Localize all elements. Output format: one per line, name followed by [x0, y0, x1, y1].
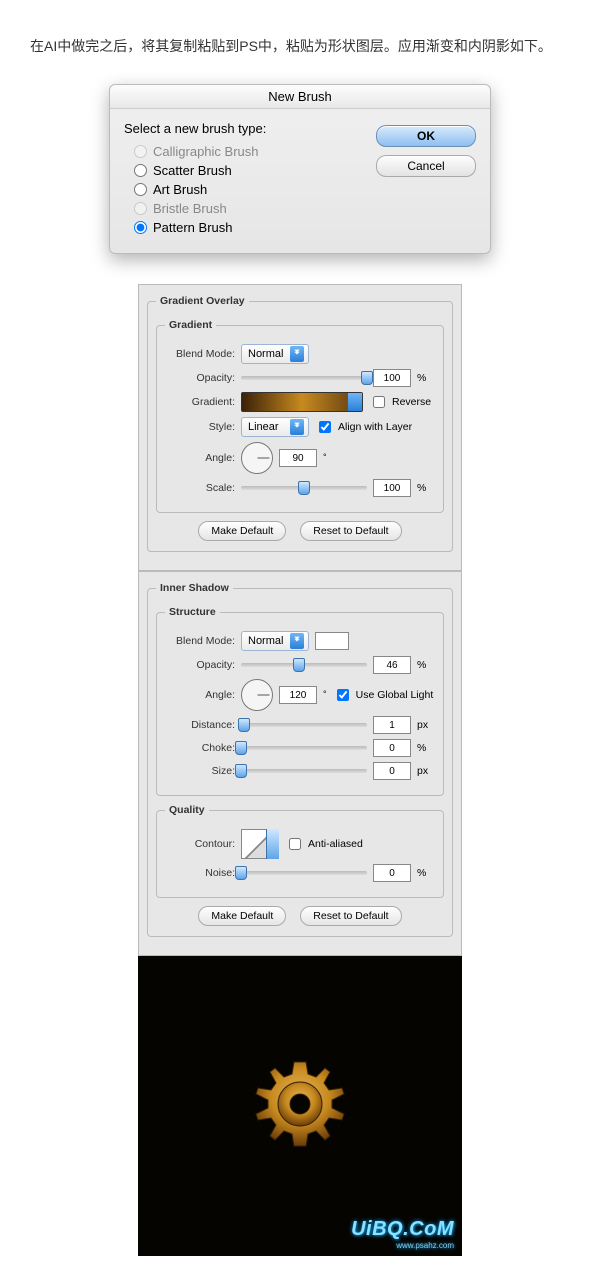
size-slider[interactable] — [241, 769, 367, 773]
radio-calligraphic[interactable]: Calligraphic Brush — [124, 142, 376, 161]
radio-bristle[interactable]: Bristle Brush — [124, 199, 376, 218]
style-dropdown[interactable]: Linear — [241, 417, 309, 437]
inner-shadow-legend: Inner Shadow — [156, 582, 233, 594]
blend-label: Blend Mode: — [165, 635, 235, 647]
scale-label: Scale: — [165, 482, 235, 494]
chevron-updown-icon — [290, 419, 304, 435]
gradient-label: Gradient: — [165, 396, 235, 408]
noise-label: Noise: — [165, 867, 235, 879]
global-light-label: Use Global Light — [356, 689, 434, 701]
angle-input[interactable] — [279, 686, 317, 704]
size-label: Size: — [165, 765, 235, 777]
pct-unit: % — [417, 659, 435, 671]
align-checkbox[interactable]: Align with Layer — [315, 418, 412, 436]
radio-label: Art Brush — [153, 182, 207, 197]
blend-dropdown[interactable]: Normal — [241, 344, 309, 364]
distance-input[interactable] — [373, 716, 411, 734]
gear-icon — [250, 1056, 350, 1156]
watermark-main: UiBQ.CoM — [351, 1218, 454, 1240]
blend-label: Blend Mode: — [165, 348, 235, 360]
global-light-checkbox[interactable]: Use Global Light — [333, 686, 434, 704]
deg-unit — [323, 452, 327, 464]
opacity-input[interactable] — [373, 369, 411, 387]
radio-label: Scatter Brush — [153, 163, 232, 178]
style-value: Linear — [248, 421, 279, 433]
size-input[interactable] — [373, 762, 411, 780]
angle-dial[interactable] — [241, 442, 273, 474]
structure-legend: Structure — [165, 606, 220, 618]
make-default-button[interactable]: Make Default — [198, 906, 286, 926]
reverse-checkbox[interactable]: Reverse — [369, 393, 431, 411]
reverse-label: Reverse — [392, 396, 431, 408]
reset-default-button[interactable]: Reset to Default — [300, 906, 401, 926]
cancel-button[interactable]: Cancel — [376, 155, 476, 177]
distance-label: Distance: — [165, 719, 235, 731]
opacity-slider[interactable] — [241, 663, 367, 667]
px-unit: px — [417, 765, 435, 777]
shadow-color-swatch[interactable] — [315, 632, 349, 650]
style-label: Style: — [165, 421, 235, 433]
brush-prompt: Select a new brush type: — [124, 121, 376, 136]
reset-default-button[interactable]: Reset to Default — [300, 521, 401, 541]
pct-unit: % — [417, 372, 435, 384]
opacity-slider[interactable] — [241, 376, 367, 380]
watermark: UiBQ.CoM www.psahz.com — [351, 1218, 454, 1250]
blend-value: Normal — [248, 635, 283, 647]
radio-pattern[interactable]: Pattern Brush — [124, 218, 376, 237]
opacity-input[interactable] — [373, 656, 411, 674]
antialias-checkbox[interactable]: Anti-aliased — [285, 835, 363, 853]
blend-value: Normal — [248, 348, 283, 360]
intro-text: 在AI中做完之后，将其复制粘贴到PS中，粘贴为形状图层。应用渐变和内阴影如下。 — [30, 34, 570, 59]
align-label: Align with Layer — [338, 421, 412, 433]
new-brush-dialog: New Brush Select a new brush type: Calli… — [109, 84, 491, 254]
antialias-label: Anti-aliased — [308, 838, 363, 850]
pct-unit: % — [417, 867, 435, 879]
angle-dial[interactable] — [241, 679, 273, 711]
gradient-overlay-legend: Gradient Overlay — [156, 295, 249, 307]
contour-label: Contour: — [165, 838, 235, 850]
make-default-button[interactable]: Make Default — [198, 521, 286, 541]
gear-preview: UiBQ.CoM www.psahz.com — [138, 956, 462, 1256]
ok-button[interactable]: OK — [376, 125, 476, 147]
angle-label: Angle: — [165, 452, 235, 464]
opacity-label: Opacity: — [165, 372, 235, 384]
dialog-title: New Brush — [110, 85, 490, 109]
px-unit: px — [417, 719, 435, 731]
noise-input[interactable] — [373, 864, 411, 882]
quality-legend: Quality — [165, 804, 209, 816]
scale-slider[interactable] — [241, 486, 367, 490]
choke-input[interactable] — [373, 739, 411, 757]
radio-scatter[interactable]: Scatter Brush — [124, 161, 376, 180]
radio-label: Pattern Brush — [153, 220, 233, 235]
gradient-overlay-panel: Gradient Overlay Gradient Blend Mode: No… — [138, 284, 462, 571]
pct-unit: % — [417, 482, 435, 494]
choke-slider[interactable] — [241, 746, 367, 750]
deg-unit — [323, 689, 327, 701]
radio-label: Bristle Brush — [153, 201, 227, 216]
chevron-updown-icon — [290, 346, 304, 362]
contour-picker[interactable] — [241, 829, 279, 859]
choke-label: Choke: — [165, 742, 235, 754]
radio-label: Calligraphic Brush — [153, 144, 259, 159]
pct-unit: % — [417, 742, 435, 754]
distance-slider[interactable] — [241, 723, 367, 727]
opacity-label: Opacity: — [165, 659, 235, 671]
gradient-swatch[interactable] — [241, 392, 363, 412]
scale-input[interactable] — [373, 479, 411, 497]
angle-input[interactable] — [279, 449, 317, 467]
chevron-updown-icon — [290, 633, 304, 649]
gradient-sublegend: Gradient — [165, 319, 216, 331]
radio-art[interactable]: Art Brush — [124, 180, 376, 199]
watermark-sub: www.psahz.com — [351, 1241, 454, 1250]
noise-slider[interactable] — [241, 871, 367, 875]
angle-label: Angle: — [165, 689, 235, 701]
blend-dropdown[interactable]: Normal — [241, 631, 309, 651]
inner-shadow-panel: Inner Shadow Structure Blend Mode: Norma… — [138, 571, 462, 956]
